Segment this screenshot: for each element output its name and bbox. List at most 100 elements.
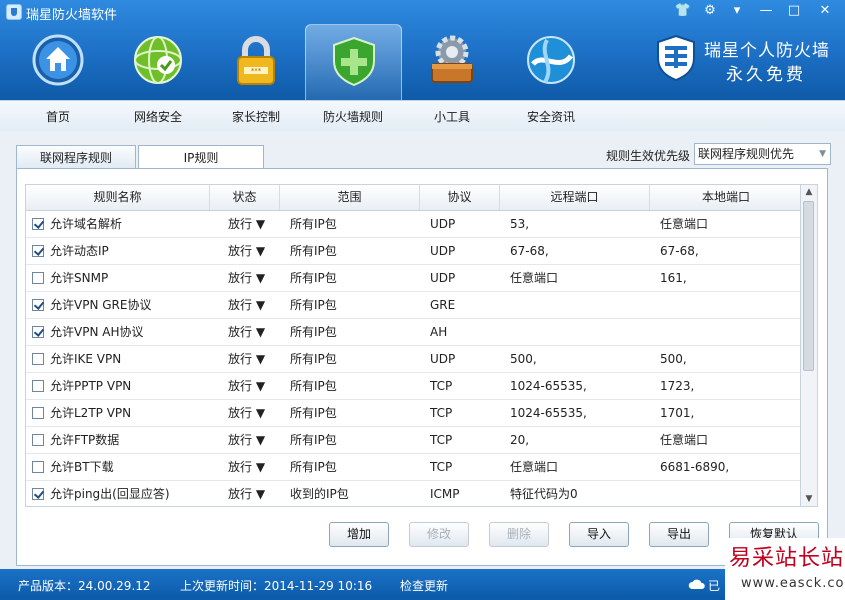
scroll-thumb[interactable] xyxy=(803,201,814,371)
table-row[interactable]: 允许PPTP VPN 放行 ▼ 所有IP包 TCP 1024-65535, 1723, xyxy=(26,373,800,400)
tab-app-rules[interactable]: 联网程序规则 xyxy=(16,145,136,169)
rule-enabled-checkbox[interactable] xyxy=(32,407,44,419)
main-nav: *** xyxy=(0,24,640,104)
remote-port-cell: 67-68, xyxy=(510,244,549,258)
rule-enabled-checkbox[interactable] xyxy=(32,434,44,446)
product-version: 产品版本：24.00.29.12 xyxy=(18,579,151,593)
scroll-down-icon[interactable]: ▼ xyxy=(803,493,815,505)
rule-name-cell: 允许域名解析 xyxy=(50,217,123,231)
brand-shield-icon xyxy=(657,34,695,82)
tab-ip-rules[interactable]: IP规则 xyxy=(138,145,264,169)
rule-name-cell: 允许SNMP xyxy=(50,271,109,285)
vertical-scrollbar[interactable]: ▲ ▼ xyxy=(801,184,818,507)
close-icon[interactable]: ✕ xyxy=(812,0,838,22)
status-cell[interactable]: 放行 ▼ xyxy=(228,400,265,427)
rule-enabled-checkbox[interactable] xyxy=(32,272,44,284)
status-cell[interactable]: 放行 ▼ xyxy=(228,373,265,400)
protocol-cell: UDP xyxy=(430,244,456,258)
nav-label-firewall-rules[interactable]: 防火墙规则 xyxy=(307,108,399,125)
nav-home[interactable] xyxy=(12,24,104,104)
table-row[interactable]: 允许VPN AH协议 放行 ▼ 所有IP包 AH xyxy=(26,319,800,346)
nav-firewall-rules[interactable] xyxy=(305,24,402,104)
local-port-cell: 500, xyxy=(660,352,687,366)
add-button[interactable]: 增加 xyxy=(329,522,389,547)
rule-enabled-checkbox[interactable] xyxy=(32,353,44,365)
rule-enabled-checkbox[interactable] xyxy=(32,461,44,473)
table-row[interactable]: 允许VPN GRE协议 放行 ▼ 所有IP包 GRE xyxy=(26,292,800,319)
remote-port-cell: 任意端口 xyxy=(510,271,559,285)
local-port-cell: 67-68, xyxy=(660,244,699,258)
col-status[interactable]: 状态 xyxy=(210,185,280,210)
status-cell[interactable]: 放行 ▼ xyxy=(228,454,265,481)
table-row[interactable]: 允许域名解析 放行 ▼ 所有IP包 UDP 53, 任意端口 xyxy=(26,211,800,238)
svg-text:***: *** xyxy=(251,67,262,75)
chevron-down-icon: ▼ xyxy=(819,149,826,159)
rule-enabled-checkbox[interactable] xyxy=(32,218,44,230)
rule-name-cell: 允许FTP数据 xyxy=(50,433,120,447)
import-button[interactable]: 导入 xyxy=(569,522,629,547)
status-cell[interactable]: 放行 ▼ xyxy=(228,481,265,506)
col-protocol[interactable]: 协议 xyxy=(420,185,500,210)
priority-select[interactable]: 联网程序规则优先 ▼ xyxy=(694,143,831,165)
rule-name-cell: 允许PPTP VPN xyxy=(50,379,132,393)
skin-icon[interactable]: 👕 xyxy=(670,0,696,22)
table-row[interactable]: 允许IKE VPN 放行 ▼ 所有IP包 UDP 500, 500, xyxy=(26,346,800,373)
export-button[interactable]: 导出 xyxy=(649,522,709,547)
nav-label-parental-control[interactable]: 家长控制 xyxy=(210,108,302,125)
shield-icon xyxy=(333,36,375,87)
minimize-icon[interactable]: — xyxy=(753,0,779,22)
scope-cell: 所有IP包 xyxy=(290,325,337,339)
delete-button[interactable]: 删除 xyxy=(489,522,549,547)
rule-enabled-checkbox[interactable] xyxy=(32,380,44,392)
rule-enabled-checkbox[interactable] xyxy=(32,326,44,338)
last-update-time: 上次更新时间：2014-11-29 10:16 xyxy=(180,579,373,593)
status-cell[interactable]: 放行 ▼ xyxy=(228,346,265,373)
protocol-cell: TCP xyxy=(430,433,453,447)
nav-label-network-security[interactable]: 网络安全 xyxy=(112,108,204,125)
nav-security-news[interactable] xyxy=(505,24,597,104)
scope-cell: 所有IP包 xyxy=(290,352,337,366)
remote-port-cell: 1024-65535, xyxy=(510,406,587,420)
local-port-cell: 任意端口 xyxy=(660,217,709,231)
nav-label-home[interactable]: 首页 xyxy=(12,108,104,125)
status-cell[interactable]: 放行 ▼ xyxy=(228,265,265,292)
maximize-icon[interactable]: □ xyxy=(781,0,807,22)
globe-check-icon xyxy=(134,36,182,84)
nav-network-security[interactable] xyxy=(112,24,204,104)
nav-label-bar: 首页 网络安全 家长控制 防火墙规则 小工具 安全资讯 xyxy=(0,100,845,131)
rule-enabled-checkbox[interactable] xyxy=(32,245,44,257)
status-cell[interactable]: 放行 ▼ xyxy=(228,211,265,238)
rule-enabled-checkbox[interactable] xyxy=(32,488,44,500)
nav-label-tools[interactable]: 小工具 xyxy=(406,108,498,125)
table-row[interactable]: 允许FTP数据 放行 ▼ 所有IP包 TCP 20, 任意端口 xyxy=(26,427,800,454)
status-cell[interactable]: 放行 ▼ xyxy=(228,427,265,454)
col-local-port[interactable]: 本地端口 xyxy=(650,185,800,210)
main-content: 联网程序规则 IP规则 规则生效优先级 联网程序规则优先 ▼ 规则名称 状态 范… xyxy=(0,131,845,569)
nav-label-security-news[interactable]: 安全资讯 xyxy=(505,108,597,125)
table-row[interactable]: 允许动态IP 放行 ▼ 所有IP包 UDP 67-68, 67-68, xyxy=(26,238,800,265)
status-cell[interactable]: 放行 ▼ xyxy=(228,292,265,319)
nav-parental-control[interactable]: *** xyxy=(210,24,302,104)
status-cell[interactable]: 放行 ▼ xyxy=(228,238,265,265)
cloud-icon xyxy=(688,578,706,590)
rule-enabled-checkbox[interactable] xyxy=(32,299,44,311)
title-bar: 瑞星防火墙软件 👕 ⚙ ▾ — □ ✕ xyxy=(0,0,845,24)
table-row[interactable]: 允许L2TP VPN 放行 ▼ 所有IP包 TCP 1024-65535, 1701, xyxy=(26,400,800,427)
check-update-link[interactable]: 检查更新 xyxy=(400,577,448,594)
status-cell[interactable]: 放行 ▼ xyxy=(228,319,265,346)
table-row[interactable]: 允许SNMP 放行 ▼ 所有IP包 UDP 任意端口 161, xyxy=(26,265,800,292)
edit-button[interactable]: 修改 xyxy=(409,522,469,547)
menu-icon[interactable]: ▾ xyxy=(724,0,750,22)
protocol-cell: UDP xyxy=(430,217,456,231)
table-row[interactable]: 允许BT下载 放行 ▼ 所有IP包 TCP 任意端口 6681-6890, xyxy=(26,454,800,481)
nav-tools[interactable] xyxy=(406,24,498,104)
gear-icon[interactable]: ⚙ xyxy=(697,0,723,22)
col-remote-port[interactable]: 远程端口 xyxy=(500,185,650,210)
col-scope[interactable]: 范围 xyxy=(280,185,420,210)
col-rule-name[interactable]: 规则名称 xyxy=(26,185,210,210)
app-window: 瑞星防火墙软件 👕 ⚙ ▾ — □ ✕ *** 瑞星个人防火墙 永久免费 首页 … xyxy=(0,0,845,600)
scope-cell: 所有IP包 xyxy=(290,406,337,420)
watermark: 易采站长站 www.easck.com xyxy=(725,538,845,600)
scroll-up-icon[interactable]: ▲ xyxy=(803,186,815,198)
table-row[interactable]: 允许ping出(回显应答) 放行 ▼ 收到的IP包 ICMP 特征代码为0 xyxy=(26,481,800,506)
